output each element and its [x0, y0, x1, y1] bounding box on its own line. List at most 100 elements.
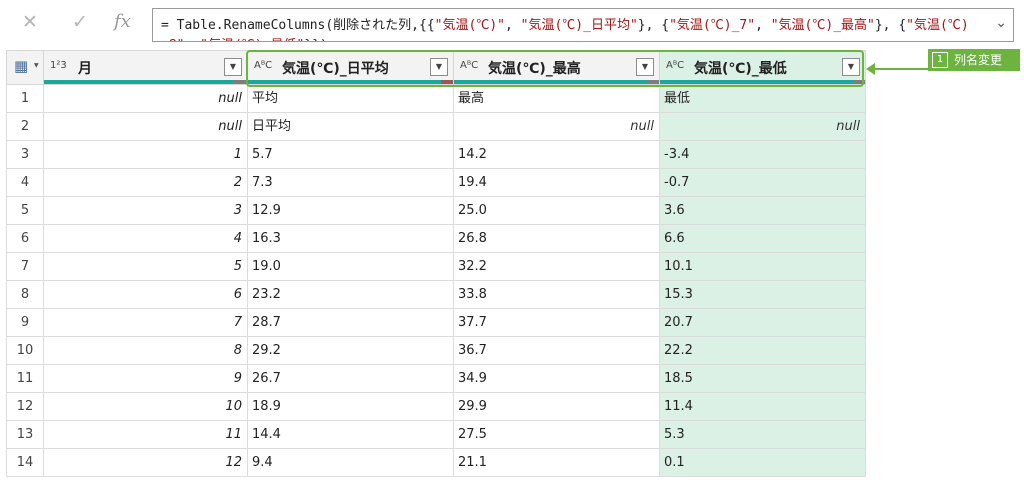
- cell-min[interactable]: -3.4: [660, 141, 866, 168]
- cell-min[interactable]: 20.7: [660, 309, 866, 336]
- cell-daily-avg[interactable]: 7.3: [248, 169, 454, 196]
- formula-string-literal: "気温(℃)_7": [669, 18, 756, 33]
- cell-month[interactable]: 7: [44, 309, 248, 336]
- cell-max[interactable]: 19.4: [454, 169, 660, 196]
- cell-daily-avg[interactable]: 12.9: [248, 197, 454, 224]
- cell-daily-avg[interactable]: 19.0: [248, 253, 454, 280]
- cell-max[interactable]: 34.9: [454, 365, 660, 392]
- cell-month[interactable]: 5: [44, 253, 248, 280]
- cell-min[interactable]: 最低: [660, 85, 866, 112]
- expand-formula-icon[interactable]: ⌄: [995, 15, 1007, 31]
- table-row: 4 2 7.3 19.4 -0.7: [6, 169, 866, 197]
- cell-daily-avg[interactable]: 16.3: [248, 225, 454, 252]
- chevron-down-icon: ▼: [34, 62, 39, 69]
- table-menu-button[interactable]: ▦ ▼: [6, 51, 44, 84]
- cell-month[interactable]: 6: [44, 281, 248, 308]
- formula-string-literal: "気温(℃)_最高": [770, 18, 875, 33]
- callout-line: [872, 68, 930, 70]
- cell-max[interactable]: null: [454, 113, 660, 140]
- table-row: 11 9 26.7 34.9 18.5: [6, 365, 866, 393]
- formula-string-literal: "気温(℃)_最低": [200, 38, 304, 41]
- cell-daily-avg[interactable]: 14.4: [248, 421, 454, 448]
- table-row: 5 3 12.9 25.0 3.6: [6, 197, 866, 225]
- cell-max[interactable]: 26.8: [454, 225, 660, 252]
- cell-min[interactable]: 6.6: [660, 225, 866, 252]
- formula-text: = Table.RenameColumns(削除された列,{{"気温(℃)", …: [161, 16, 971, 41]
- row-number[interactable]: 1: [6, 85, 44, 112]
- row-number[interactable]: 3: [6, 141, 44, 168]
- cell-daily-avg[interactable]: 平均: [248, 85, 454, 112]
- cell-daily-avg[interactable]: 9.4: [248, 449, 454, 476]
- cell-min[interactable]: 0.1: [660, 449, 866, 476]
- cell-daily-avg[interactable]: 28.7: [248, 309, 454, 336]
- column-header-month[interactable]: 1²3 月 ▼: [44, 51, 248, 84]
- cell-max[interactable]: 25.0: [454, 197, 660, 224]
- table-row: 6 4 16.3 26.8 6.6: [6, 225, 866, 253]
- cell-max[interactable]: 37.7: [454, 309, 660, 336]
- cell-max[interactable]: 32.2: [454, 253, 660, 280]
- row-number[interactable]: 12: [6, 393, 44, 420]
- cancel-icon[interactable]: ✕: [22, 10, 38, 34]
- cell-month[interactable]: 12: [44, 449, 248, 476]
- cell-month[interactable]: 3: [44, 197, 248, 224]
- cell-min[interactable]: 3.6: [660, 197, 866, 224]
- cell-min[interactable]: -0.7: [660, 169, 866, 196]
- row-number[interactable]: 10: [6, 337, 44, 364]
- table-row: 12 10 18.9 29.9 11.4: [6, 393, 866, 421]
- filter-dropdown-button[interactable]: ▼: [224, 58, 242, 76]
- row-number[interactable]: 7: [6, 253, 44, 280]
- cell-max[interactable]: 33.8: [454, 281, 660, 308]
- cell-month[interactable]: null: [44, 85, 248, 112]
- table-icon: ▦: [14, 57, 29, 75]
- cell-max[interactable]: 36.7: [454, 337, 660, 364]
- table-row: 9 7 28.7 37.7 20.7: [6, 309, 866, 337]
- cell-max[interactable]: 14.2: [454, 141, 660, 168]
- cell-month[interactable]: 9: [44, 365, 248, 392]
- cell-max[interactable]: 29.9: [454, 393, 660, 420]
- cell-max[interactable]: 21.1: [454, 449, 660, 476]
- cell-min[interactable]: 11.4: [660, 393, 866, 420]
- cell-month[interactable]: 2: [44, 169, 248, 196]
- formula-input[interactable]: = Table.RenameColumns(削除された列,{{"気温(℃)", …: [152, 8, 1014, 42]
- cell-month[interactable]: 4: [44, 225, 248, 252]
- table-row: 13 11 14.4 27.5 5.3: [6, 421, 866, 449]
- cell-max[interactable]: 最高: [454, 85, 660, 112]
- whole-number-type-icon[interactable]: 1²3: [50, 60, 67, 71]
- cell-month[interactable]: 8: [44, 337, 248, 364]
- cell-max[interactable]: 27.5: [454, 421, 660, 448]
- table-row: 1 null 平均 最高 最低: [6, 85, 866, 113]
- cell-month[interactable]: 11: [44, 421, 248, 448]
- cell-min[interactable]: null: [660, 113, 866, 140]
- cell-daily-avg[interactable]: 5.7: [248, 141, 454, 168]
- cell-daily-avg[interactable]: 日平均: [248, 113, 454, 140]
- row-number[interactable]: 11: [6, 365, 44, 392]
- row-number[interactable]: 13: [6, 421, 44, 448]
- cell-daily-avg[interactable]: 18.9: [248, 393, 454, 420]
- row-number[interactable]: 8: [6, 281, 44, 308]
- column-quality-error-segment: [233, 80, 247, 84]
- cell-daily-avg[interactable]: 23.2: [248, 281, 454, 308]
- cell-min[interactable]: 10.1: [660, 253, 866, 280]
- row-number[interactable]: 2: [6, 113, 44, 140]
- table-row: 7 5 19.0 32.2 10.1: [6, 253, 866, 281]
- cell-min[interactable]: 5.3: [660, 421, 866, 448]
- cell-month[interactable]: 10: [44, 393, 248, 420]
- cell-min[interactable]: 18.5: [660, 365, 866, 392]
- row-number[interactable]: 4: [6, 169, 44, 196]
- formula-string-literal: "気温(℃)_日平均": [520, 18, 638, 33]
- cell-daily-avg[interactable]: 29.2: [248, 337, 454, 364]
- cell-min[interactable]: 15.3: [660, 281, 866, 308]
- cell-month[interactable]: null: [44, 113, 248, 140]
- data-grid: ▦ ▼ 1²3 月 ▼ AᴮC 気温(℃)_日平均 ▼ AᴮC 気温(℃)_最高…: [6, 50, 866, 477]
- confirm-icon[interactable]: ✓: [72, 10, 88, 34]
- cell-min[interactable]: 22.2: [660, 337, 866, 364]
- row-number[interactable]: 9: [6, 309, 44, 336]
- column-quality-bar: [44, 80, 247, 84]
- cell-daily-avg[interactable]: 26.7: [248, 365, 454, 392]
- fx-icon[interactable]: fx: [114, 10, 131, 34]
- row-number[interactable]: 14: [6, 449, 44, 476]
- cell-month[interactable]: 1: [44, 141, 248, 168]
- table-row: 14 12 9.4 21.1 0.1: [6, 449, 866, 477]
- row-number[interactable]: 6: [6, 225, 44, 252]
- row-number[interactable]: 5: [6, 197, 44, 224]
